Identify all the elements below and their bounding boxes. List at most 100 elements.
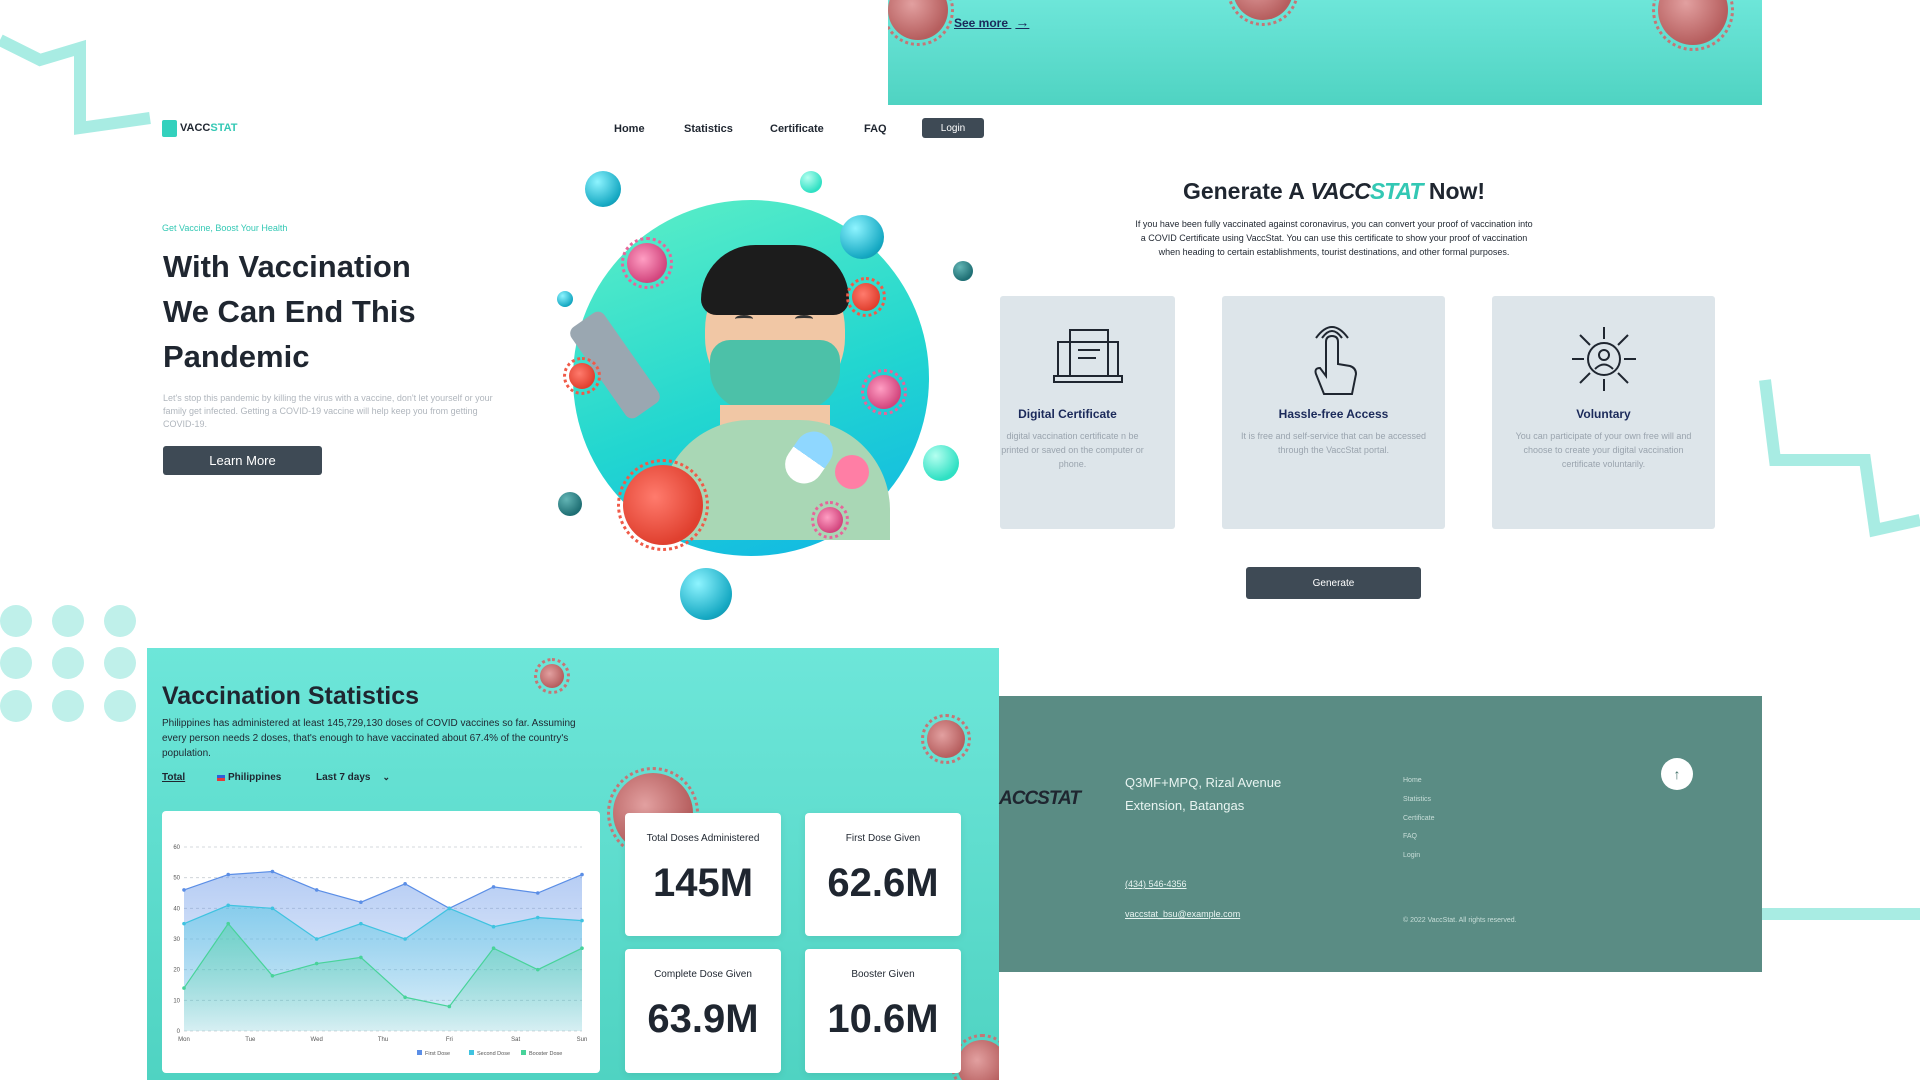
stat-card-total-doses: Total Doses Administered 145M [625, 813, 781, 936]
footer-link-certificate[interactable]: Certificate [1403, 815, 1435, 822]
chart-point [359, 900, 363, 904]
login-button[interactable]: Login [922, 118, 984, 138]
footer-link-faq[interactable]: FAQ [1403, 833, 1417, 840]
chart-y-tick-label: 30 [173, 937, 180, 943]
hero-title-line: With Vaccination [163, 249, 411, 284]
generate-title-brand: STAT [1369, 178, 1424, 204]
nav-faq[interactable]: FAQ [864, 123, 887, 135]
chart-point [270, 974, 275, 978]
generate-title: Generate A VACCSTAT Now! [1000, 178, 1668, 205]
chart-point [182, 888, 186, 892]
stat-card-label: Booster Given [851, 969, 915, 980]
stat-card-value: 62.6M [827, 861, 939, 905]
scroll-top-button[interactable]: ↑ [1661, 758, 1693, 790]
chart-point [447, 1004, 452, 1009]
stat-card-value: 145M [652, 861, 754, 905]
learn-more-button[interactable]: Learn More [163, 446, 322, 475]
stat-card-complete-dose: Complete Dose Given 63.9M [625, 949, 781, 1073]
chart-y-tick-label: 60 [173, 845, 180, 851]
flag-icon [217, 774, 225, 781]
footer-link-home[interactable]: Home [1403, 777, 1422, 784]
chart-point [359, 921, 363, 926]
virus-icon [811, 501, 849, 539]
person-eye [735, 315, 753, 323]
footer-link-login[interactable]: Login [1403, 852, 1420, 859]
chart-point [491, 946, 496, 950]
nav-home[interactable]: Home [614, 123, 645, 135]
chart-point [182, 921, 186, 926]
bubble-decoration [923, 445, 959, 481]
stat-card-first-dose: First Dose Given 62.6M [805, 813, 961, 936]
person-eye [795, 315, 813, 323]
see-more-link[interactable]: See more → [954, 14, 1029, 30]
filter-range-dropdown[interactable]: Last 7 days ⌄ [316, 772, 390, 783]
hero-description: Let's stop this pandemic by killing the … [163, 393, 493, 429]
chart-x-tick-label: Thu [378, 1037, 388, 1043]
stat-card-value: 63.9M [647, 997, 759, 1041]
chart-y-tick-label: 40 [173, 906, 180, 912]
chart-point [580, 918, 584, 923]
chart-point [580, 872, 584, 877]
chart-point [535, 915, 540, 920]
footer-address: Q3MF+MPQ, Rizal Avenue Extension, Batang… [1125, 775, 1282, 813]
chevron-down-icon: ⌄ [382, 772, 391, 782]
hero-title-line: Pandemic [163, 339, 310, 374]
bubble-decoration [840, 215, 884, 259]
brand-name-part: VACC [180, 122, 211, 134]
chart-point [403, 995, 407, 1000]
virus-icon [1227, 0, 1299, 26]
chart-point [270, 906, 275, 911]
chart-point [270, 869, 275, 874]
generate-title-part: Now! [1428, 178, 1486, 204]
zigzag-decoration-top-left [0, 34, 151, 135]
filter-country-label: Philippines [228, 772, 282, 783]
feature-card-desc: It is free and self-service that can be … [1240, 431, 1427, 455]
filter-range-label: Last 7 days [316, 772, 371, 783]
feature-card-voluntary: Voluntary You can participate of your ow… [1492, 296, 1715, 529]
chart-point [314, 937, 319, 941]
chart-legend-label: Booster Dose [529, 1051, 562, 1057]
face-mask [710, 340, 840, 410]
filter-total[interactable]: Total [162, 772, 185, 783]
chart-point [535, 967, 540, 972]
generate-button[interactable]: Generate [1246, 567, 1421, 599]
bubble-decoration [585, 171, 621, 207]
generate-title-brand: VACC [1310, 178, 1370, 204]
footer-phone[interactable]: (434) 546-4356 [1125, 879, 1187, 889]
chart-legend-label: Second Dose [477, 1051, 510, 1057]
nav-statistics[interactable]: Statistics [684, 123, 733, 135]
filter-country[interactable]: Philippines [217, 772, 281, 783]
chart-point [535, 891, 540, 895]
chart-point [226, 921, 231, 926]
feature-card-title: Digital Certificate [1018, 407, 1117, 421]
chart-point [403, 882, 407, 886]
chart-y-tick-label: 0 [177, 1029, 181, 1035]
person-hair [701, 245, 849, 315]
chart-y-tick-label: 50 [173, 876, 180, 882]
bubble-decoration [680, 568, 732, 620]
footer-link-statistics[interactable]: Statistics [1403, 796, 1431, 803]
footer: ACCSTAT Q3MF+MPQ, Rizal Avenue Extension… [999, 696, 1762, 972]
feature-card-title: Hassle-free Access [1278, 407, 1389, 421]
footer-email[interactable]: vaccstat_bsu@example.com [1125, 909, 1240, 919]
nav-certificate[interactable]: Certificate [770, 123, 824, 135]
brand-logo[interactable]: VACC STAT [162, 118, 237, 138]
chart-point [359, 955, 363, 960]
chart-point [491, 885, 496, 889]
footer-copyright: © 2022 VaccStat. All rights reserved. [1403, 917, 1517, 924]
stat-card-label: Total Doses Administered [646, 833, 760, 844]
hero-illustration [545, 165, 995, 620]
bubble-decoration [558, 492, 582, 516]
virus-icon [921, 714, 971, 764]
virus-icon [534, 658, 570, 694]
arrow-right-icon: → [1015, 14, 1030, 30]
chart-y-tick-label: 20 [173, 968, 180, 974]
chart-point [580, 946, 584, 950]
virus-icon [563, 357, 601, 395]
stat-card-label: Complete Dose Given [654, 969, 752, 980]
vaccination-area-chart: 0 10 20 30 40 50 60 Mon Tue Wed Thu Fri Sat Sun First … [173, 845, 587, 1057]
virus-icon [861, 369, 907, 415]
statistics-description: Philippines has administered at least 14… [162, 718, 576, 759]
virus-icon [617, 459, 709, 551]
feature-card-desc: You can participate of your own free wil… [1515, 431, 1692, 469]
